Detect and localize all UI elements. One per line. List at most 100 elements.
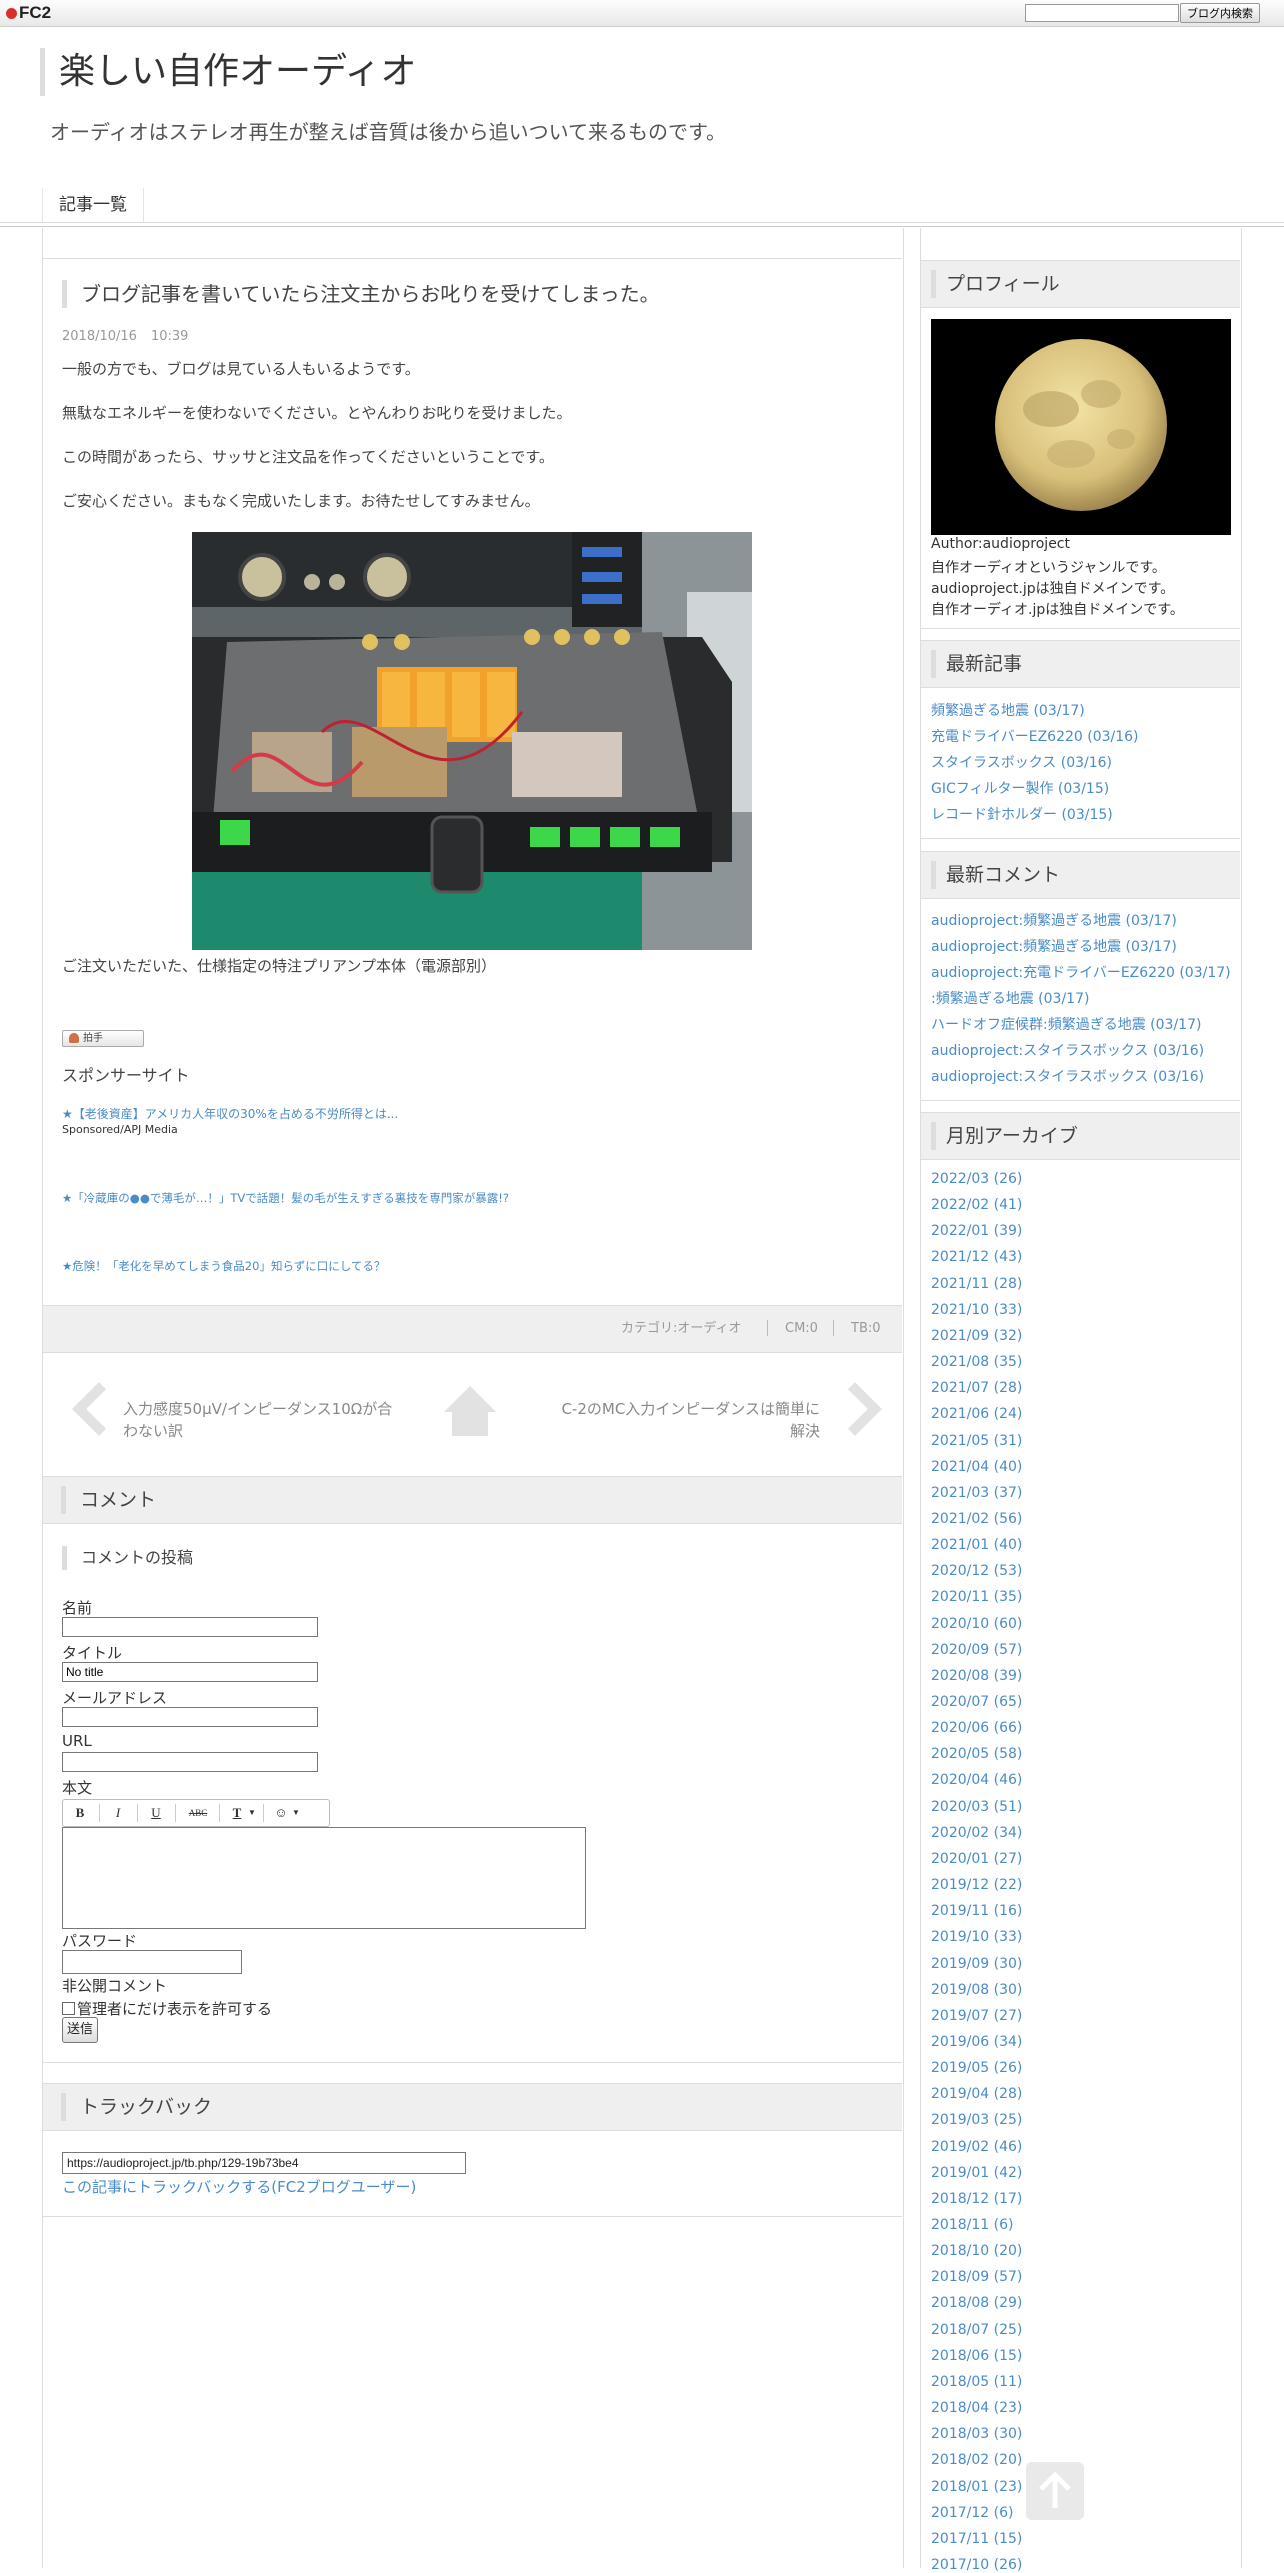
recent-post-link[interactable]: スタイラスボックス (03/16) bbox=[931, 752, 1112, 772]
archive-link[interactable]: 2019/06 (34) bbox=[931, 2034, 1022, 2050]
archive-link[interactable]: 2019/01 (42) bbox=[931, 2165, 1022, 2181]
post-category-link[interactable]: カテゴリ:オーディオ bbox=[621, 1306, 741, 1352]
archive-link[interactable]: 2018/12 (17) bbox=[931, 2191, 1022, 2207]
recent-comment-link[interactable]: :頻繁過ぎる地震 (03/17) bbox=[931, 988, 1089, 1008]
archive-link[interactable]: 2021/01 (40) bbox=[931, 1537, 1022, 1553]
nav-article-list[interactable]: 記事一覧 bbox=[42, 188, 144, 222]
emoji-button[interactable]: ☺ bbox=[269, 1804, 293, 1822]
archive-link[interactable]: 2017/11 (15) bbox=[931, 2531, 1022, 2547]
underline-button[interactable]: U bbox=[143, 1804, 169, 1822]
archive-link[interactable]: 2020/09 (57) bbox=[931, 1642, 1022, 1658]
archive-link[interactable]: 2022/03 (26) bbox=[931, 1171, 1022, 1187]
recent-comment-link[interactable]: audioproject:充電ドライバーEZ6220 (03/17) bbox=[931, 962, 1231, 982]
post-trackback-count[interactable]: TB:0 bbox=[851, 1306, 881, 1352]
private-checkbox[interactable] bbox=[62, 2002, 75, 2015]
archive-link[interactable]: 2021/07 (28) bbox=[931, 1380, 1022, 1396]
email-field[interactable] bbox=[62, 1707, 318, 1727]
recent-comment-link[interactable]: audioproject:頻繁過ぎる地震 (03/17) bbox=[931, 936, 1177, 956]
blog-title[interactable]: 楽しい自作オーディオ bbox=[40, 48, 416, 96]
archive-link[interactable]: 2021/04 (40) bbox=[931, 1459, 1022, 1475]
archive-link[interactable]: 2018/02 (20) bbox=[931, 2452, 1022, 2468]
archive-link[interactable]: 2020/08 (39) bbox=[931, 1668, 1022, 1684]
archive-link[interactable]: 2021/12 (43) bbox=[931, 1249, 1022, 1265]
ad-link[interactable]: ★「冷蔵庫の●●で薄毛が…！」TVで話題！髪の毛が生えすぎる裏技を専門家が暴露!… bbox=[62, 1190, 509, 1206]
archive-link[interactable]: 2019/09 (30) bbox=[931, 1956, 1022, 1972]
archive-link[interactable]: 2020/06 (66) bbox=[931, 1720, 1022, 1736]
archive-link[interactable]: 2021/06 (24) bbox=[931, 1406, 1022, 1422]
strikethrough-button[interactable]: ABC bbox=[183, 1804, 213, 1822]
recent-post-link[interactable]: レコード針ホルダー (03/15) bbox=[931, 804, 1113, 824]
archive-link[interactable]: 2019/07 (27) bbox=[931, 2008, 1022, 2024]
ad-link[interactable]: ★危険！「老化を早めてしまう食品20」知らずに口にしてる？ bbox=[62, 1258, 385, 1274]
archive-link[interactable]: 2018/11 (6) bbox=[931, 2217, 1013, 2233]
next-post-link[interactable]: C-2のMC入力インピーダンスは簡単に解決 bbox=[560, 1398, 820, 1442]
archive-link[interactable]: 2018/07 (25) bbox=[931, 2322, 1022, 2338]
recent-comment-link[interactable]: audioproject:スタイラスボックス (03/16) bbox=[931, 1066, 1204, 1086]
archive-link[interactable]: 2021/02 (56) bbox=[931, 1511, 1022, 1527]
ad-link[interactable]: ★【老後資産】アメリカ人年収の30%を占める不労所得とは... bbox=[62, 1105, 398, 1122]
archive-link[interactable]: 2020/04 (46) bbox=[931, 1772, 1022, 1788]
archive-link[interactable]: 2019/04 (28) bbox=[931, 2086, 1022, 2102]
clap-button[interactable]: 拍手 bbox=[62, 1030, 144, 1047]
recent-comment-link[interactable]: ハードオフ症候群:頻繁過ぎる地震 (03/17) bbox=[931, 1014, 1201, 1034]
blog-search-input[interactable] bbox=[1025, 4, 1179, 22]
trackback-url-field[interactable]: https://audioproject.jp/tb.php/129-19b73… bbox=[62, 2152, 466, 2174]
recent-post-link[interactable]: GICフィルター製作 (03/15) bbox=[931, 778, 1109, 798]
private-checkbox-row[interactable]: 管理者にだけ表示を許可する bbox=[62, 1998, 272, 2019]
archive-link[interactable]: 2021/10 (33) bbox=[931, 1302, 1022, 1318]
name-field[interactable] bbox=[62, 1617, 318, 1637]
recent-post-link[interactable]: 頻繁過ぎる地震 (03/17) bbox=[931, 700, 1085, 720]
password-field[interactable] bbox=[62, 1950, 242, 1974]
archive-link[interactable]: 2020/11 (35) bbox=[931, 1589, 1022, 1605]
archive-link[interactable]: 2022/02 (41) bbox=[931, 1197, 1022, 1213]
archive-link[interactable]: 2020/07 (65) bbox=[931, 1694, 1022, 1710]
home-icon[interactable] bbox=[440, 1382, 500, 1438]
archive-link[interactable]: 2017/10 (26) bbox=[931, 2557, 1022, 2573]
chevron-down-icon[interactable]: ▼ bbox=[247, 1804, 257, 1822]
archive-link[interactable]: 2019/12 (22) bbox=[931, 1877, 1022, 1893]
recent-comment-link[interactable]: audioproject:頻繁過ぎる地震 (03/17) bbox=[931, 910, 1177, 930]
fc2-logo[interactable]: FC2 bbox=[6, 3, 51, 23]
archive-link[interactable]: 2020/01 (27) bbox=[931, 1851, 1022, 1867]
back-to-top-button[interactable] bbox=[1026, 2462, 1084, 2520]
archive-link[interactable]: 2021/03 (37) bbox=[931, 1485, 1022, 1501]
archive-link[interactable]: 2018/10 (20) bbox=[931, 2243, 1022, 2259]
archive-link[interactable]: 2019/02 (46) bbox=[931, 2139, 1022, 2155]
archive-link[interactable]: 2019/10 (33) bbox=[931, 1929, 1022, 1945]
comment-body-textarea[interactable] bbox=[62, 1827, 586, 1929]
archive-link[interactable]: 2018/06 (15) bbox=[931, 2348, 1022, 2364]
submit-button[interactable]: 送信 bbox=[62, 2017, 99, 2043]
archive-link[interactable]: 2020/02 (34) bbox=[931, 1825, 1022, 1841]
archive-link[interactable]: 2018/08 (29) bbox=[931, 2295, 1022, 2311]
archive-link[interactable]: 2018/03 (30) bbox=[931, 2426, 1022, 2442]
archive-link[interactable]: 2022/01 (39) bbox=[931, 1223, 1022, 1239]
archive-link[interactable]: 2018/04 (23) bbox=[931, 2400, 1022, 2416]
blog-search-button[interactable]: ブログ内検索 bbox=[1180, 3, 1260, 23]
archive-link[interactable]: 2018/05 (11) bbox=[931, 2374, 1022, 2390]
archive-link[interactable]: 2019/03 (25) bbox=[931, 2112, 1022, 2128]
archive-link[interactable]: 2021/05 (31) bbox=[931, 1433, 1022, 1449]
italic-button[interactable]: I bbox=[105, 1804, 131, 1822]
archive-link[interactable]: 2020/12 (53) bbox=[931, 1563, 1022, 1579]
archive-link[interactable]: 2018/01 (23) bbox=[931, 2479, 1022, 2495]
archive-link[interactable]: 2019/11 (16) bbox=[931, 1903, 1022, 1919]
title-field[interactable] bbox=[62, 1662, 318, 1682]
font-color-button[interactable]: T bbox=[225, 1804, 249, 1822]
archive-link[interactable]: 2021/09 (32) bbox=[931, 1328, 1022, 1344]
archive-link[interactable]: 2017/12 (6) bbox=[931, 2505, 1013, 2521]
url-field[interactable] bbox=[62, 1752, 318, 1772]
trackback-link[interactable]: この記事にトラックバックする(FC2ブログユーザー) bbox=[62, 2176, 416, 2197]
chevron-down-icon[interactable]: ▼ bbox=[291, 1804, 301, 1822]
archive-link[interactable]: 2019/05 (26) bbox=[931, 2060, 1022, 2076]
archive-link[interactable]: 2020/03 (51) bbox=[931, 1799, 1022, 1815]
preamp-photo[interactable] bbox=[192, 532, 752, 950]
archive-link[interactable]: 2019/08 (30) bbox=[931, 1982, 1022, 1998]
archive-link[interactable]: 2021/11 (28) bbox=[931, 1276, 1022, 1292]
archive-link[interactable]: 2020/05 (58) bbox=[931, 1746, 1022, 1762]
archive-link[interactable]: 2020/10 (60) bbox=[931, 1616, 1022, 1632]
archive-link[interactable]: 2021/08 (35) bbox=[931, 1354, 1022, 1370]
recent-comment-link[interactable]: audioproject:スタイラスボックス (03/16) bbox=[931, 1040, 1204, 1060]
archive-link[interactable]: 2018/09 (57) bbox=[931, 2269, 1022, 2285]
prev-post-link[interactable]: 入力感度50µV/インピーダンス10Ωが合わない訳 bbox=[123, 1398, 393, 1442]
post-comment-count[interactable]: CM:0 bbox=[785, 1306, 818, 1352]
